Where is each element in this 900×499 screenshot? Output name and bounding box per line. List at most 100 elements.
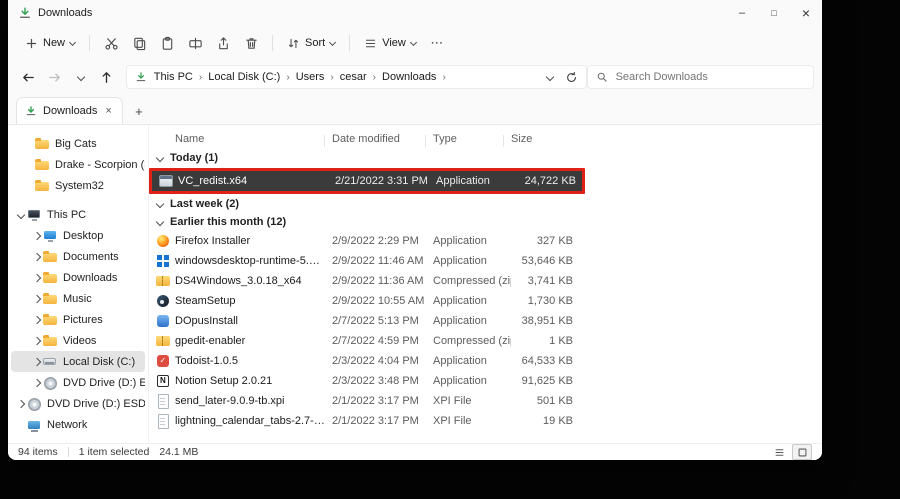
- address-dropdown-icon[interactable]: [545, 72, 554, 82]
- tab-downloads[interactable]: Downloads ×: [16, 97, 123, 124]
- column-name[interactable]: Name: [175, 133, 332, 145]
- large-icons-view-button[interactable]: [792, 444, 812, 460]
- file-row[interactable]: lightning_calendar_tabs-2.7-tb.xpi 2/1/2…: [149, 411, 822, 431]
- sidebar-item-icon: [27, 207, 42, 222]
- file-type: XPI File: [433, 395, 472, 407]
- toolbar-divider: [349, 35, 351, 51]
- tree-chevron-icon[interactable]: [23, 162, 35, 168]
- sidebar-item[interactable]: Documents: [11, 246, 145, 267]
- sidebar-item[interactable]: Pictures: [11, 309, 145, 330]
- file-type: Application: [433, 315, 487, 327]
- file-row[interactable]: Todoist-1.0.5 2/3/2022 4:04 PM Applicati…: [149, 351, 822, 371]
- title-bar: Downloads – □ ×: [8, 0, 822, 26]
- tree-chevron-icon[interactable]: [31, 231, 43, 240]
- window-controls: – □ ×: [726, 0, 822, 26]
- column-size[interactable]: Size: [503, 133, 573, 147]
- sidebar-item-icon: [35, 136, 50, 151]
- address-bar-actions: [545, 71, 578, 84]
- recent-locations-button[interactable]: [68, 64, 94, 90]
- file-row[interactable]: Firefox Installer 2/9/2022 2:29 PM Appli…: [149, 231, 822, 251]
- sidebar-item-label: System32: [55, 179, 104, 192]
- tree-chevron-icon[interactable]: [15, 422, 27, 428]
- file-row[interactable]: DS4Windows_3.0.18_x64 2/9/2022 11:36 AM …: [149, 271, 822, 291]
- file-row[interactable]: send_later-9.0.9-tb.xpi 2/1/2022 3:17 PM…: [149, 391, 822, 411]
- refresh-button[interactable]: [565, 71, 578, 84]
- tree-chevron-icon[interactable]: [15, 210, 27, 219]
- sidebar-item[interactable]: Desktop: [11, 225, 145, 246]
- sidebar-item[interactable]: System32: [11, 175, 145, 196]
- details-view-button[interactable]: [770, 445, 788, 459]
- back-button[interactable]: [16, 64, 42, 90]
- tree-chevron-icon[interactable]: [31, 294, 43, 303]
- minimize-button[interactable]: –: [726, 0, 758, 26]
- file-name: VC_redist.x64: [178, 175, 248, 187]
- breadcrumb-item[interactable]: cesar: [340, 71, 382, 83]
- tree-chevron-icon[interactable]: [15, 399, 27, 408]
- sidebar-item[interactable]: Network: [11, 414, 145, 435]
- maximize-button[interactable]: □: [758, 0, 790, 26]
- column-date-modified[interactable]: Date modified: [324, 133, 433, 147]
- new-button[interactable]: New: [18, 29, 82, 57]
- forward-button[interactable]: [42, 64, 68, 90]
- group-header-today[interactable]: Today (1): [149, 149, 822, 167]
- see-more-button[interactable]: ⋯: [423, 29, 451, 57]
- tree-chevron-icon[interactable]: [31, 357, 43, 366]
- share-button[interactable]: [209, 29, 237, 57]
- paste-button[interactable]: [153, 29, 181, 57]
- cut-button[interactable]: [97, 29, 125, 57]
- sidebar-item[interactable]: Big Cats: [11, 133, 145, 154]
- column-type[interactable]: Type: [425, 133, 511, 147]
- sidebar-item[interactable]: Music: [11, 288, 145, 309]
- sidebar-item[interactable]: DVD Drive (D:) ESD-ISO: [11, 393, 145, 414]
- file-icon: [155, 233, 171, 249]
- sidebar-item[interactable]: Videos: [11, 330, 145, 351]
- sidebar-item[interactable]: Downloads: [11, 267, 145, 288]
- sort-button[interactable]: Sort: [280, 29, 342, 57]
- search-input[interactable]: [613, 70, 806, 84]
- breadcrumb-item[interactable]: Users: [296, 71, 340, 83]
- file-date: 2/9/2022 11:46 AM: [332, 255, 424, 267]
- file-row[interactable]: SteamSetup 2/9/2022 10:55 AM Application…: [149, 291, 822, 311]
- view-button[interactable]: View: [357, 29, 423, 57]
- delete-button[interactable]: [237, 29, 265, 57]
- file-name: Firefox Installer: [175, 235, 251, 247]
- sidebar-item[interactable]: Local Disk (C:): [11, 351, 145, 372]
- sidebar-item[interactable]: This PC: [11, 204, 145, 225]
- tree-chevron-icon[interactable]: [31, 252, 43, 261]
- file-size: 501 KB: [536, 395, 573, 407]
- file-row-selected[interactable]: VC_redist.x64 2/21/2022 3:31 PM Applicat…: [152, 171, 582, 191]
- breadcrumb-item[interactable]: This PC: [154, 71, 208, 83]
- file-size: 19 KB: [543, 415, 573, 427]
- file-icon: [155, 333, 171, 349]
- sidebar-item-icon: [43, 354, 58, 369]
- file-row[interactable]: gpedit-enabler 2/7/2022 4:59 PM Compress…: [149, 331, 822, 351]
- tree-chevron-icon[interactable]: [31, 315, 43, 324]
- tab-close-button[interactable]: ×: [103, 105, 113, 117]
- explorer-window: Downloads – □ × New Sort View ⋯ This PC …: [8, 0, 822, 460]
- tree-chevron-icon[interactable]: [31, 336, 43, 345]
- file-name: gpedit-enabler: [175, 335, 246, 347]
- sidebar-item[interactable]: Drake - Scorpion (320): [11, 154, 145, 175]
- group-header-earlier-this-month[interactable]: Earlier this month (12): [149, 213, 822, 231]
- group-header-last-week[interactable]: Last week (2): [149, 195, 822, 213]
- tree-chevron-icon[interactable]: [23, 183, 35, 189]
- sidebar-item-label: This PC: [47, 208, 87, 221]
- address-bar[interactable]: This PC Local Disk (C:) Users cesar Down…: [125, 65, 587, 89]
- search-box[interactable]: [586, 65, 815, 89]
- file-row[interactable]: DOpusInstall 2/7/2022 5:13 PM Applicatio…: [149, 311, 822, 331]
- new-tab-button[interactable]: +: [127, 99, 151, 123]
- rename-button[interactable]: [181, 29, 209, 57]
- file-row[interactable]: windowsdesktop-runtime-5.0.14-win-x64 2/…: [149, 251, 822, 271]
- tree-chevron-icon[interactable]: [31, 378, 43, 387]
- breadcrumb-item[interactable]: Local Disk (C:): [208, 71, 295, 83]
- copy-button[interactable]: [125, 29, 153, 57]
- sidebar-item[interactable]: DVD Drive (D:) ESD-ISC: [11, 372, 145, 393]
- up-button[interactable]: [94, 64, 120, 90]
- file-type: Application: [433, 375, 487, 387]
- tree-chevron-icon[interactable]: [23, 141, 35, 147]
- file-row[interactable]: Notion Setup 2.0.21 2/3/2022 3:48 PM App…: [149, 371, 822, 391]
- chevron-down-icon: [329, 38, 337, 46]
- breadcrumb-item[interactable]: Downloads: [382, 71, 452, 83]
- close-button[interactable]: ×: [790, 0, 822, 26]
- tree-chevron-icon[interactable]: [31, 273, 43, 282]
